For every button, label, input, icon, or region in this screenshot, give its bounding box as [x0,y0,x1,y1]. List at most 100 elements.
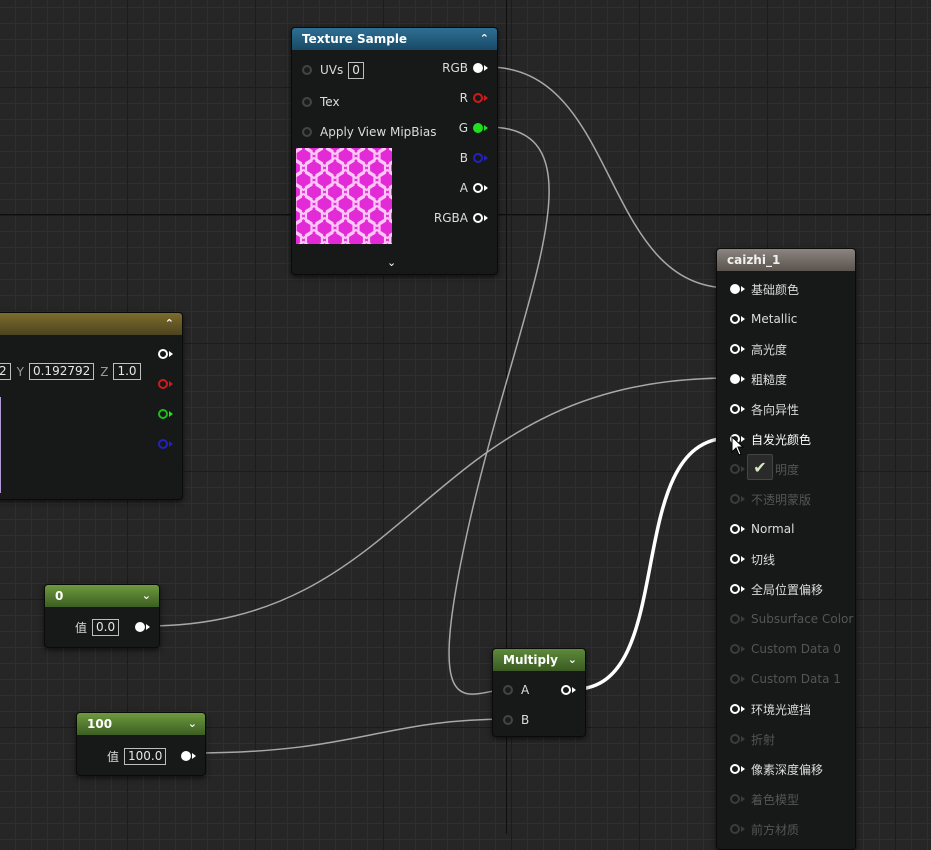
pin-icon[interactable] [302,127,312,137]
pin-icon[interactable] [473,123,483,133]
pin-icon[interactable] [503,685,513,695]
pin-icon[interactable] [730,704,740,714]
vector-values-row: 2 Y 0.192792 Z 1.0 [0,363,141,380]
x-value-field[interactable]: 2 [0,363,11,380]
multiply-header[interactable]: Multiply ⌄ [493,649,585,671]
input-apply-view-mipbias[interactable]: Apply View MipBias [302,122,436,142]
material-pin-label: 环境光遮挡 [751,702,812,717]
chevron-down-icon[interactable]: ⌄ [568,649,577,671]
multiply-output[interactable] [561,680,576,700]
constant-0-header[interactable]: 0 ⌄ [45,585,159,607]
material-input-pin[interactable]: 切线 [730,549,775,569]
constant-100-output[interactable] [181,746,196,766]
pin-icon [730,614,740,624]
multiply-node[interactable]: Multiply ⌄ A B [492,648,586,737]
output-g[interactable] [158,404,173,424]
output-rgb[interactable] [158,344,173,364]
pin-arrow-icon [741,316,745,322]
pin-icon[interactable] [473,63,483,73]
pin-icon[interactable] [561,685,571,695]
constant-0-title: 0 [55,589,64,603]
pin-icon[interactable] [730,764,740,774]
material-input-pin[interactable]: 基础颜色 [730,279,799,299]
wire-rgb-to-base-color[interactable] [487,66,731,289]
pin-arrow-icon [741,496,745,502]
multiply-input-b[interactable]: B [503,710,529,730]
checkmark-icon[interactable]: ✔ [747,454,773,480]
material-pin-label: 切线 [751,552,776,567]
material-input-pin[interactable]: Metallic [730,309,797,329]
pin-icon[interactable] [730,314,740,324]
pin-icon [730,464,740,474]
pin-icon[interactable] [503,715,513,725]
material-input-pin[interactable]: 全局位置偏移 [730,579,823,599]
material-input-pin[interactable]: 像素深度偏移 [730,759,823,779]
constant-100-value-row: 值 100.0 [107,746,167,766]
material-input-pin[interactable]: 高光度 [730,339,787,359]
output-r[interactable] [158,374,173,394]
pin-arrow-icon [741,796,745,802]
material-pin-label: Custom Data 0 [751,642,841,656]
material-input-pin[interactable]: Normal [730,519,794,539]
pin-arrow-icon [741,526,745,532]
constant-0-node[interactable]: 0 ⌄ 值 0.0 [44,584,160,648]
output-b[interactable]: B [460,148,488,168]
pin-icon[interactable] [302,97,312,107]
pin-arrow-icon [741,376,745,382]
pin-icon[interactable] [730,524,740,534]
pin-icon[interactable] [181,751,191,761]
chevron-up-icon[interactable]: ⌃ [480,28,489,50]
z-value-field[interactable]: 1.0 [113,363,141,380]
material-title: caizhi_1 [727,253,781,267]
input-tex[interactable]: Tex [302,92,340,112]
pin-icon[interactable] [473,183,483,193]
pin-icon[interactable] [730,284,740,294]
value-field[interactable]: 0.0 [92,618,120,636]
y-value-field[interactable]: 0.192792 [28,363,95,380]
pin-arrow-icon [741,466,745,472]
chevron-down-icon[interactable]: ⌄ [142,585,151,607]
multiply-input-a[interactable]: A [503,680,529,700]
chevron-up-icon[interactable]: ⌃ [165,313,174,335]
texture-sample-header[interactable]: Texture Sample ⌃ [292,28,497,50]
texture-sample-node[interactable]: Texture Sample ⌃ UVs 0 Tex Apply View Mi… [291,27,498,275]
pin-icon[interactable] [473,93,483,103]
chevron-down-icon[interactable]: ⌄ [188,713,197,735]
pin-icon[interactable] [302,65,312,75]
constant-100-header[interactable]: 100 ⌄ [77,713,205,735]
pin-icon[interactable] [135,622,145,632]
output-a[interactable]: A [460,178,488,198]
input-tex-label: Tex [320,95,340,109]
output-rgb[interactable]: RGB [442,58,488,78]
constant-100-node[interactable]: 100 ⌄ 值 100.0 [76,712,206,776]
pin-icon[interactable] [730,404,740,414]
pin-icon[interactable] [473,213,483,223]
material-input-pin[interactable]: 粗糙度 [730,369,787,389]
y-axis-label: Y [16,364,24,379]
wire-const100-to-multiply-b[interactable] [191,718,511,754]
material-input-pin[interactable]: 环境光遮挡 [730,699,811,719]
constant-0-output[interactable] [135,617,150,637]
wire-const0-to-roughness[interactable] [145,377,731,627]
output-g[interactable]: G [459,118,488,138]
pin-icon[interactable] [730,554,740,564]
uvs-value-field[interactable]: 0 [348,61,364,79]
wire-multiply-to-emissive[interactable] [574,436,731,691]
output-r[interactable]: R [460,88,488,108]
vector-param-header[interactable]: ⌃ [0,313,182,335]
pin-icon[interactable] [730,584,740,594]
pin-icon[interactable] [730,374,740,384]
chevron-down-icon[interactable]: ⌄ [387,256,396,269]
vector-param-node[interactable]: ⌃ 2 Y 0.192792 Z 1.0 [0,312,183,500]
pin-icon[interactable] [473,153,483,163]
output-rgb-label: RGB [442,61,468,75]
material-result-node[interactable]: caizhi_1 基础颜色 Metallic 高光度 粗糙度 各向异性 自发光颜色 明度 不透… [716,248,856,850]
material-input-pin[interactable]: 各向异性 [730,399,799,419]
output-b[interactable] [158,434,173,454]
pin-icon[interactable] [730,344,740,354]
material-header[interactable]: caizhi_1 [717,249,855,271]
input-uvs[interactable]: UVs 0 [302,60,364,80]
pin-arrow-icon [741,646,745,652]
output-rgba[interactable]: RGBA [434,208,488,228]
value-field[interactable]: 100.0 [124,747,167,765]
